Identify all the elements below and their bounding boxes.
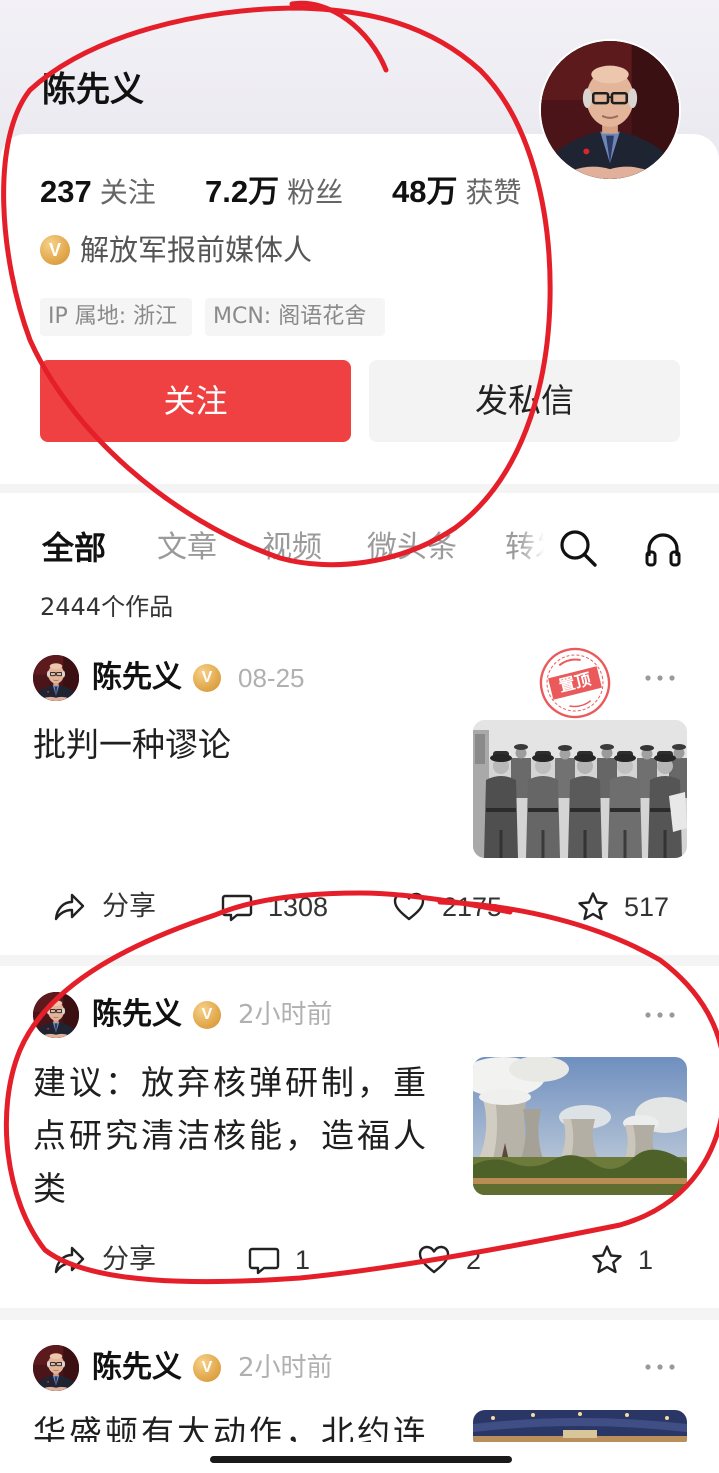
post-time: 2小时前 (238, 1000, 333, 1030)
more-icon[interactable] (642, 1361, 678, 1373)
stat-value: 237 (40, 174, 92, 209)
mcn-tag: MCN: 阁语花舍 (205, 298, 385, 336)
comment-icon (248, 1247, 280, 1275)
headphones-icon[interactable] (643, 528, 683, 568)
more-icon[interactable] (642, 1009, 678, 1021)
post-author-avatar[interactable] (33, 655, 79, 701)
post-author-avatar[interactable] (33, 1345, 79, 1391)
search-icon[interactable] (558, 528, 598, 568)
follow-button[interactable]: 关注 (40, 360, 351, 442)
ip-location-tag: IP 属地: 浙江 (40, 298, 192, 336)
tab-micro-posts[interactable]: 微头条 (367, 528, 457, 568)
send-message-button[interactable]: 发私信 (369, 360, 680, 442)
profile-page: 陈先义 237 关注 7.2万 粉丝 48万 获赞 V 解放军报前媒体人 IP 属地:… (0, 0, 719, 1473)
tab-all[interactable]: 全部 (42, 528, 106, 568)
tab-videos[interactable]: 视频 (262, 528, 322, 568)
post-author-avatar[interactable] (33, 992, 79, 1038)
share-icon (54, 893, 85, 921)
post-thumbnail-officers-photo[interactable] (473, 720, 687, 858)
star-icon (578, 892, 608, 921)
post-divider (0, 955, 719, 966)
stat-following[interactable]: 237 关注 (40, 172, 156, 212)
stat-label: 关注 (99, 176, 156, 209)
pinned-stamp: 置顶 (530, 638, 620, 728)
profile-name: 陈先义 (42, 70, 144, 110)
post-divider (0, 1308, 719, 1320)
home-indicator[interactable] (210, 1456, 512, 1463)
post-author-name[interactable]: 陈先义 (92, 1348, 182, 1388)
heart-icon (393, 892, 425, 921)
favorite-count: 1 (638, 1245, 654, 1275)
favorite-count: 517 (624, 892, 670, 922)
stat-value: 48万 (392, 174, 458, 209)
post-time: 2小时前 (238, 1353, 333, 1383)
share-icon (54, 1246, 85, 1274)
section-divider (0, 484, 719, 493)
stat-value: 7.2万 (205, 174, 280, 209)
tab-articles[interactable]: 文章 (157, 528, 217, 568)
verified-icon: V (193, 1354, 221, 1382)
share-label: 分享 (102, 891, 156, 922)
post-title[interactable]: 建议：放弃核弹研制，重点研究清洁核能，造福人类 (33, 1056, 443, 1215)
post-author-name[interactable]: 陈先义 (92, 995, 182, 1035)
heart-icon (418, 1245, 450, 1274)
post-thumbnail-cooling-towers[interactable] (473, 1057, 687, 1195)
comment-count: 1308 (268, 892, 329, 922)
more-icon[interactable] (642, 672, 678, 684)
tab-fade-overlay (518, 524, 556, 572)
like-count: 2 (466, 1245, 482, 1275)
comment-count: 1 (295, 1245, 311, 1275)
verified-icon: V (193, 664, 221, 692)
bottom-safe-area (0, 1442, 719, 1473)
verified-icon: V (40, 235, 70, 265)
stat-label: 粉丝 (287, 176, 344, 209)
verified-description: 解放军报前媒体人 (80, 233, 313, 267)
star-icon (592, 1245, 622, 1274)
comment-icon (221, 894, 253, 922)
share-label: 分享 (102, 1244, 156, 1275)
verified-icon: V (193, 1001, 221, 1029)
post-author-name[interactable]: 陈先义 (92, 658, 182, 698)
post-time: 08-25 (238, 663, 305, 693)
stat-followers[interactable]: 7.2万 粉丝 (205, 172, 343, 212)
profile-avatar[interactable] (539, 39, 681, 181)
stat-likes[interactable]: 48万 获赞 (392, 172, 522, 212)
stat-label: 获赞 (465, 176, 522, 209)
like-count: 2175 (442, 892, 503, 922)
post-title[interactable]: 批判一种谬论 (33, 725, 231, 765)
works-count: 2444个作品 (40, 593, 174, 621)
